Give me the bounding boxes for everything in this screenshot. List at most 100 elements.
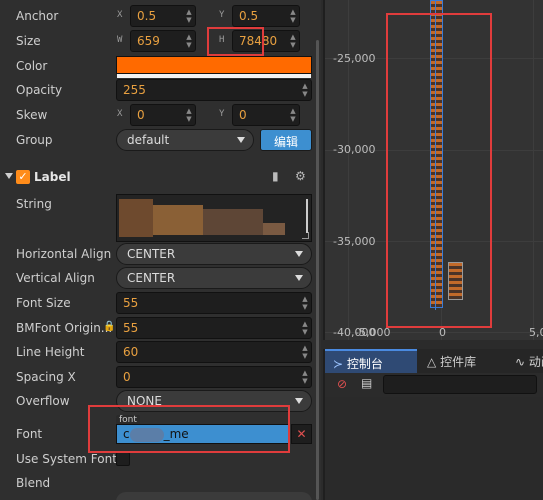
clear-console-icon[interactable]: ⊘	[337, 377, 347, 391]
console-toolbar: ⊘ ▤	[323, 373, 543, 397]
collapse-arrow-icon[interactable]	[5, 173, 13, 179]
skew-x-axis: X	[117, 109, 123, 119]
skew-y-axis: Y	[219, 109, 225, 119]
skew-x-value: 0	[137, 108, 145, 122]
edit-group-button[interactable]: 编辑	[260, 129, 312, 151]
overflow-select[interactable]: NONE	[116, 390, 312, 412]
clear-font-button[interactable]: ✕	[291, 424, 312, 444]
font-value-suffix: _me	[163, 427, 189, 441]
bmfont-origin-input[interactable]: 55 ▲ ▼	[116, 317, 312, 339]
grid-line	[348, 0, 349, 340]
horizontal-align-select[interactable]: CENTER	[116, 243, 312, 265]
pixelated-content	[119, 199, 153, 237]
spinner-icon[interactable]: ▲ ▼	[301, 82, 309, 98]
group-row: Group default 编辑	[0, 129, 321, 153]
widget-icon: △	[427, 355, 437, 369]
font-size-row: Font Size 55 ▲ ▼	[0, 292, 321, 316]
size-width-value: 659	[137, 34, 160, 48]
y-axis-label: -30,000	[333, 143, 376, 156]
skew-y-input[interactable]: 0 ▲ ▼	[232, 104, 300, 126]
use-system-font-checkbox[interactable]	[116, 452, 130, 466]
label-node-glyphs[interactable]	[430, 0, 443, 308]
anchor-y-input[interactable]: 0.5 ▲ ▼	[232, 5, 300, 27]
anchor-x-value: 0.5	[137, 9, 157, 23]
vertical-align-select[interactable]: CENTER	[116, 267, 312, 289]
spinner-icon[interactable]: ▲ ▼	[301, 344, 309, 360]
pixelated-content	[203, 209, 263, 235]
scene-view[interactable]: -25,000 -30,000 -35,000 -40,000 -5,000 0…	[323, 0, 543, 340]
bottom-panel-tabs: ≻ 控制台 △ 控件库 ∿ 动画	[323, 349, 543, 373]
y-axis-label: -35,000	[333, 235, 376, 248]
string-textarea[interactable]	[116, 194, 312, 242]
spacing-x-label: Spacing X	[16, 370, 76, 384]
x-axis-label: 0	[439, 326, 446, 339]
bmfont-origin-value: 55	[123, 321, 139, 335]
gear-icon[interactable]: ⚙	[295, 169, 306, 183]
group-label: Group	[16, 133, 53, 147]
tab-console[interactable]: ≻ 控制台	[325, 349, 417, 373]
help-book-icon[interactable]: ▮	[272, 169, 279, 183]
redacted-blur	[129, 427, 164, 442]
size-height-input[interactable]: 78480 ▲ ▼	[232, 30, 300, 52]
skew-x-input[interactable]: 0 ▲ ▼	[130, 104, 196, 126]
resize-handle-icon[interactable]	[302, 232, 309, 239]
size-width-input[interactable]: 659 ▲ ▼	[130, 30, 196, 52]
tab-animation-label: 动画	[528, 355, 543, 369]
tab-widget-library[interactable]: △ 控件库	[419, 349, 484, 373]
skew-y-value: 0	[239, 108, 247, 122]
line-height-input[interactable]: 60 ▲ ▼	[116, 341, 312, 363]
tab-console-label: 控制台	[346, 357, 383, 371]
anchor-x-input[interactable]: 0.5 ▲ ▼	[130, 5, 196, 27]
line-height-value: 60	[123, 345, 139, 359]
tab-animation[interactable]: ∿ 动画	[507, 349, 543, 373]
pixelated-content	[153, 205, 203, 235]
vertical-align-row: Vertical Align CENTER	[0, 267, 321, 291]
pixelated-content	[263, 223, 285, 235]
horizontal-align-row: Horizontal Align CENTER	[0, 243, 321, 267]
size-row: Size W 659 ▲ ▼ H 78480 ▲ ▼	[0, 30, 321, 54]
y-axis-label: -25,000	[333, 52, 376, 65]
anchor-x-axis: X	[117, 10, 123, 20]
x-axis-label: -5,000	[355, 326, 391, 339]
opacity-input[interactable]: 255 ▲ ▼	[116, 79, 312, 101]
font-size-input[interactable]: 55 ▲ ▼	[116, 292, 312, 314]
anchor-label: Anchor	[16, 9, 59, 23]
color-swatch[interactable]	[116, 56, 312, 78]
opacity-value: 255	[123, 83, 146, 97]
chevron-down-icon	[295, 275, 303, 281]
label-component-header[interactable]: ✓ Label ▮ ⚙	[0, 166, 321, 188]
label-enabled-checkbox[interactable]: ✓	[16, 170, 30, 184]
spinner-icon[interactable]: ▲ ▼	[289, 33, 297, 49]
spinner-icon[interactable]: ▲ ▼	[301, 369, 309, 385]
textarea-scrollbar[interactable]	[306, 199, 308, 233]
overflow-row: Overflow NONE	[0, 390, 321, 414]
blend-select[interactable]	[116, 492, 312, 500]
node-bounds-line	[435, 0, 436, 310]
spinner-icon[interactable]: ▲ ▼	[185, 33, 193, 49]
spinner-icon[interactable]: ▲ ▼	[185, 107, 193, 123]
bmfont-origin-label: BMFont Origin...	[16, 321, 113, 335]
spinner-icon[interactable]: ▲ ▼	[301, 320, 309, 336]
size-height-value: 78480	[239, 34, 278, 48]
spinner-icon[interactable]: ▲ ▼	[289, 8, 297, 24]
overflow-label: Overflow	[16, 394, 70, 408]
spinner-icon[interactable]: ▲ ▼	[301, 295, 309, 311]
spinner-icon[interactable]: ▲ ▼	[185, 8, 193, 24]
spinner-icon[interactable]: ▲ ▼	[289, 107, 297, 123]
font-asset-field[interactable]: c _me	[116, 424, 290, 444]
bmfont-origin-row: BMFont Origin... 🔒 55 ▲ ▼	[0, 317, 321, 341]
label-node-tail	[448, 262, 463, 300]
open-log-icon[interactable]: ▤	[361, 376, 372, 390]
grid-line	[533, 0, 534, 340]
group-select[interactable]: default	[116, 129, 254, 151]
opacity-label: Opacity	[16, 83, 63, 97]
console-filter-input[interactable]	[383, 375, 537, 394]
inspector-scrollbar[interactable]	[316, 40, 319, 500]
blend-label: Blend	[16, 476, 51, 490]
terminal-icon: ≻	[333, 357, 344, 371]
label-component-title: Label	[34, 170, 71, 184]
horizontal-align-label: Horizontal Align	[16, 247, 112, 261]
size-label: Size	[16, 34, 41, 48]
spacing-x-input[interactable]: 0 ▲ ▼	[116, 366, 312, 388]
font-size-value: 55	[123, 296, 139, 310]
